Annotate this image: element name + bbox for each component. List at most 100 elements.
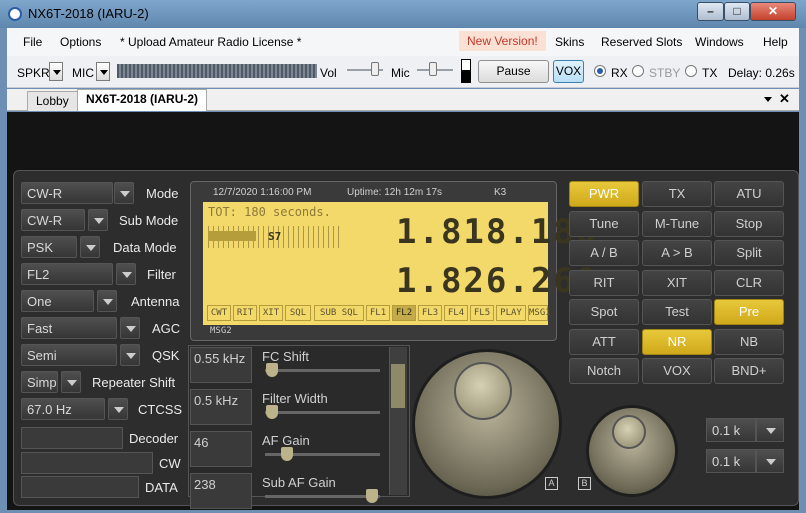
qsk-select[interactable]: Semi <box>21 344 117 366</box>
lcd-button-msg1[interactable]: MSG1 <box>528 305 551 321</box>
radio-button-rit[interactable]: RIT <box>569 269 639 296</box>
sub-mode-dropdown[interactable] <box>88 209 108 231</box>
antenna-select[interactable]: One <box>21 290 94 312</box>
lcd-button-fl4[interactable]: FL4 <box>444 305 468 321</box>
radio-button-tune[interactable]: Tune <box>569 210 639 237</box>
decoder-field[interactable] <box>21 427 123 449</box>
tab-station[interactable]: NX6T-2018 (IARU-2) <box>77 89 208 111</box>
step-a-select[interactable]: 0.1 k <box>706 418 756 442</box>
tab-strip: Lobby NX6T-2018 (IARU-2) ✕ <box>7 89 799 111</box>
tab-list-icon[interactable] <box>764 97 772 102</box>
menu-upload-license[interactable]: * Upload Amateur Radio License * <box>120 35 301 49</box>
vfo-a-knob-cap[interactable] <box>454 362 512 420</box>
slider-thumb-2[interactable] <box>281 447 293 461</box>
data-field[interactable] <box>21 476 139 498</box>
spkr-dropdown[interactable] <box>49 62 63 81</box>
agc-dropdown[interactable] <box>120 317 140 339</box>
radio-button-att[interactable]: ATT <box>569 328 639 355</box>
radio-button-a-b[interactable]: A / B <box>569 240 639 266</box>
ctcss-dropdown[interactable] <box>108 398 128 420</box>
vol-slider[interactable] <box>371 62 379 76</box>
radio-button-tx[interactable]: TX <box>642 181 712 207</box>
radio-button-split[interactable]: Split <box>714 240 784 266</box>
mic-dropdown[interactable] <box>96 62 110 81</box>
spkr-label: SPKR <box>17 66 50 80</box>
radio-button-m-tune[interactable]: M-Tune <box>642 210 712 237</box>
slider-track-1 <box>265 411 380 414</box>
repeater-shift-select[interactable]: Simp <box>21 371 58 393</box>
menu-help[interactable]: Help <box>763 35 788 49</box>
radio-button-notch[interactable]: Notch <box>569 358 639 384</box>
lcd-button-fl3[interactable]: FL3 <box>418 305 442 321</box>
vox-toggle-button[interactable]: VOX <box>553 60 584 83</box>
lcd-button-fl1[interactable]: FL1 <box>366 305 390 321</box>
decoder-label: Decoder <box>129 431 179 446</box>
data-mode-select[interactable]: PSK <box>21 236 77 258</box>
mode-dropdown[interactable] <box>114 182 134 204</box>
radio-button-clr[interactable]: CLR <box>714 269 784 296</box>
slider-thumb-1[interactable] <box>266 405 278 419</box>
close-button[interactable]: ✕ <box>750 2 796 21</box>
menu-skins[interactable]: Skins <box>555 35 584 49</box>
slider-scroll-thumb[interactable] <box>391 364 405 408</box>
slider-track-3 <box>265 495 380 498</box>
menu-new-version[interactable]: New Version! <box>459 31 546 51</box>
ctcss-select[interactable]: 67.0 Hz <box>21 398 105 420</box>
filter-dropdown[interactable] <box>116 263 136 285</box>
lcd-button-fl2[interactable]: FL2 <box>392 305 416 321</box>
radio-button-vox[interactable]: VOX <box>642 358 712 384</box>
tx-radio[interactable] <box>685 65 697 77</box>
slider-label-0: FC Shift <box>262 349 309 364</box>
radio-button-atu[interactable]: ATU <box>714 181 784 207</box>
slider-thumb-0[interactable] <box>266 363 278 377</box>
title-bar: NX6T-2018 (IARU-2) – □ ✕ <box>0 0 806 28</box>
mode-select[interactable]: CW-R <box>21 182 113 204</box>
lcd-button-fl5[interactable]: FL5 <box>470 305 494 321</box>
minimize-button[interactable]: – <box>697 2 724 21</box>
menu-options[interactable]: Options <box>60 35 101 49</box>
vfo-b-knob-cap[interactable] <box>612 415 646 449</box>
radio-button-nb[interactable]: NB <box>714 328 784 355</box>
radio-button-pre[interactable]: Pre <box>714 299 784 325</box>
repeater-shift-dropdown[interactable] <box>61 371 81 393</box>
radio-button-nr[interactable]: NR <box>642 328 712 355</box>
radio-button-stop[interactable]: Stop <box>714 210 784 237</box>
slider-thumb-3[interactable] <box>366 489 378 503</box>
radio-button-xit[interactable]: XIT <box>642 269 712 296</box>
stby-radio[interactable] <box>632 65 644 77</box>
tab-lobby[interactable]: Lobby <box>27 91 78 111</box>
step-b-dropdown[interactable] <box>756 449 784 473</box>
menu-reserved-slots[interactable]: Reserved Slots <box>601 35 682 49</box>
lcd-button-rit[interactable]: RIT <box>233 305 257 321</box>
mic-gain-slider[interactable] <box>429 62 437 76</box>
radio-button-spot[interactable]: Spot <box>569 299 639 325</box>
qsk-dropdown[interactable] <box>120 344 140 366</box>
toolbar: SPKR MIC Vol Mic Pause VOX RX STBY TX De… <box>7 56 799 88</box>
menu-file[interactable]: File <box>23 35 42 49</box>
radio-button-a-b[interactable]: A > B <box>642 240 712 266</box>
lcd-button-sql[interactable]: SQL <box>285 305 311 321</box>
lcd-button-play[interactable]: PLAY <box>496 305 526 321</box>
agc-select[interactable]: Fast <box>21 317 117 339</box>
step-a-dropdown[interactable] <box>756 418 784 442</box>
pause-button[interactable]: Pause <box>478 60 549 83</box>
slider-label-1: Filter Width <box>262 391 328 406</box>
radio-button-test[interactable]: Test <box>642 299 712 325</box>
cw-field[interactable] <box>21 452 153 474</box>
data-mode-dropdown[interactable] <box>80 236 100 258</box>
lcd-button-sub-sql[interactable]: SUB SQL <box>314 305 364 321</box>
radio-button-pwr[interactable]: PWR <box>569 181 639 207</box>
sub-mode-select[interactable]: CW-R <box>21 209 85 231</box>
step-b-select[interactable]: 0.1 k <box>706 449 756 473</box>
maximize-button[interactable]: □ <box>724 2 750 21</box>
menu-windows[interactable]: Windows <box>695 35 744 49</box>
filter-select[interactable]: FL2 <box>21 263 113 285</box>
rx-radio[interactable] <box>594 65 606 77</box>
knob-a-label: A <box>545 477 558 490</box>
lcd-model: K3 <box>494 187 507 198</box>
radio-button-bnd+[interactable]: BND+ <box>714 358 784 384</box>
lcd-button-cwt[interactable]: CWT <box>207 305 231 321</box>
antenna-dropdown[interactable] <box>97 290 117 312</box>
tab-close-icon[interactable]: ✕ <box>779 91 790 107</box>
lcd-button-xit[interactable]: XIT <box>259 305 283 321</box>
